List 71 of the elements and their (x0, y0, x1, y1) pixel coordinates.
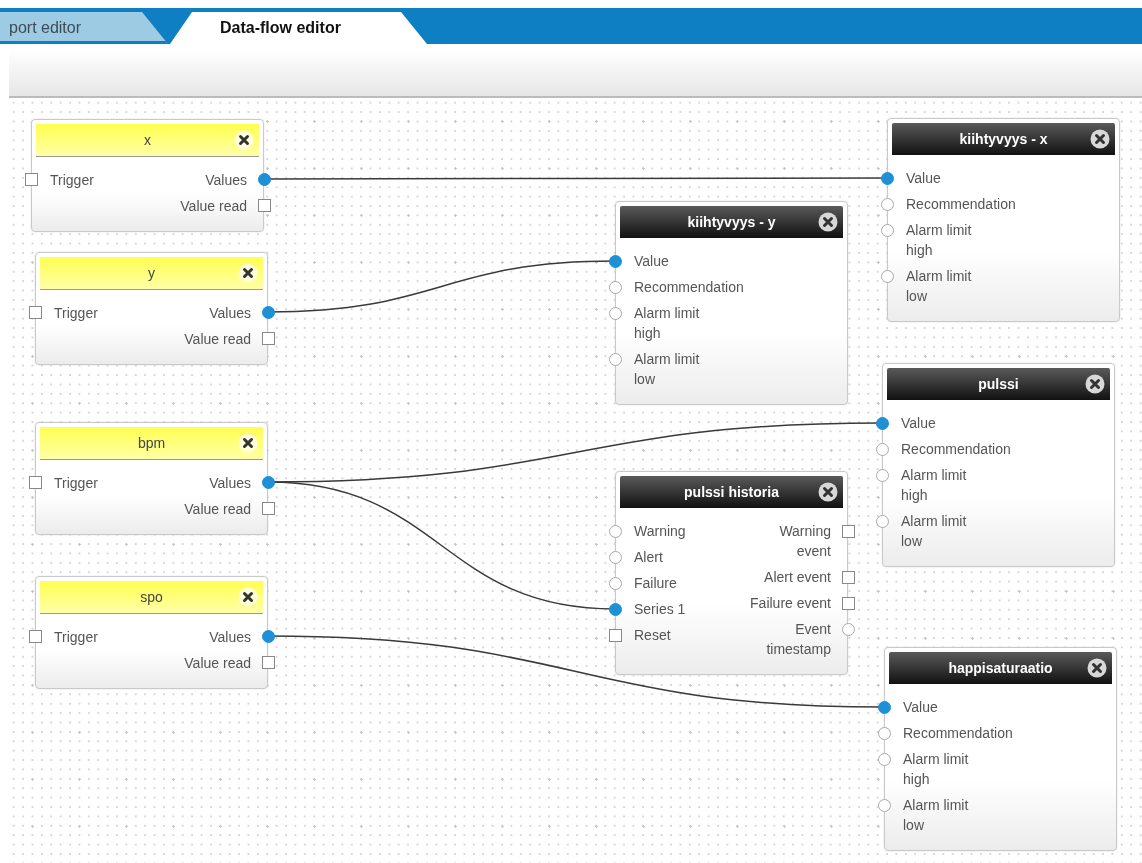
node-title: kiihtyvyys - x (959, 131, 1048, 147)
node-title: y (148, 265, 155, 281)
editor-tab[interactable]: Data-flow editor (170, 12, 427, 44)
port-label: Alarm limit low (901, 512, 967, 551)
close-icon[interactable] (1087, 658, 1107, 678)
node-title: kiihtyvyys - y (687, 214, 776, 230)
port-label: Warning (634, 522, 686, 541)
port-label: Series 1 (634, 600, 686, 619)
port-label: Alert (634, 548, 663, 567)
close-icon[interactable] (238, 587, 258, 607)
close-icon[interactable] (234, 130, 254, 150)
port-label: Value (901, 414, 936, 433)
port-label: Warning event (779, 522, 831, 561)
port-label: Value (634, 252, 669, 271)
port-label: Reset (634, 626, 671, 645)
node-card[interactable]: spo Trigger Values Value read (35, 576, 268, 689)
port-label: Failure event (750, 594, 831, 613)
input-port[interactable] (608, 628, 622, 642)
node-card[interactable]: y Trigger Values Value read (35, 252, 268, 365)
input-port[interactable] (28, 629, 42, 643)
port-label: Recommendation (634, 278, 744, 297)
close-icon[interactable] (1085, 374, 1105, 394)
input-port[interactable] (24, 172, 38, 186)
port-label: Value read (180, 197, 247, 216)
close-icon[interactable] (818, 212, 838, 232)
node-card[interactable]: pulssi historia Warning Alert Failure Series 1 Reset Warning event Alert event Failure event Event timestamp (615, 471, 848, 675)
node-title: x (144, 132, 151, 148)
port-label: Recommendation (906, 195, 1016, 214)
close-icon[interactable] (818, 482, 838, 502)
port-label: Trigger (54, 628, 98, 647)
close-icon[interactable] (238, 433, 258, 453)
port-label: Alert event (764, 568, 831, 587)
port-label: Value read (184, 654, 251, 673)
port-label: Values (209, 474, 251, 493)
port-label: Recommendation (903, 724, 1013, 743)
port-label: Alarm limit low (903, 796, 969, 835)
port-label: Trigger (54, 304, 98, 323)
port-label: Failure (634, 574, 677, 593)
node-title: spo (140, 589, 163, 605)
port-label: Value read (184, 330, 251, 349)
port-label: Alarm limit high (634, 304, 700, 343)
port-label: Value read (184, 500, 251, 519)
port-label: Event timestamp (766, 620, 831, 659)
node-card[interactable]: kiihtyvyys - x Value Recommendation Alarm limit high Alarm limit low (887, 118, 1120, 322)
port-label: Values (205, 171, 247, 190)
node-card[interactable]: happisaturaatio Value Recommendation Alarm limit high Alarm limit low (884, 647, 1117, 851)
node-title: pulssi (978, 376, 1019, 392)
node-title: bpm (137, 435, 166, 451)
port-label: Recommendation (901, 440, 1011, 459)
port-label: Alarm limit high (901, 466, 967, 505)
input-port[interactable] (28, 475, 42, 489)
port-label: Alarm limit high (906, 221, 972, 260)
port-label: Values (209, 628, 251, 647)
port-label: Value (906, 169, 941, 188)
port-label: Alarm limit low (634, 350, 700, 389)
close-icon[interactable] (1090, 129, 1110, 149)
node-title: happisaturaatio (948, 660, 1053, 676)
node-card[interactable]: bpm Trigger Values Value read (35, 422, 268, 535)
port-label: Value (903, 698, 938, 717)
port-label: Alarm limit high (903, 750, 969, 789)
port-label: Alarm limit low (906, 267, 972, 306)
port-label: Trigger (54, 474, 98, 493)
input-port[interactable] (28, 305, 42, 319)
close-icon[interactable] (238, 263, 258, 283)
node-title: pulssi historia (684, 484, 779, 500)
port-label: Trigger (50, 171, 94, 190)
node-card[interactable]: kiihtyvyys - y Value Recommendation Alarm limit high Alarm limit low (615, 201, 848, 405)
node-card[interactable]: pulssi Value Recommendation Alarm limit high Alarm limit low (882, 363, 1115, 567)
node-card[interactable]: x Trigger Values Value read (31, 119, 264, 232)
editor-tab[interactable]: port editor (0, 12, 168, 44)
port-label: Values (209, 304, 251, 323)
